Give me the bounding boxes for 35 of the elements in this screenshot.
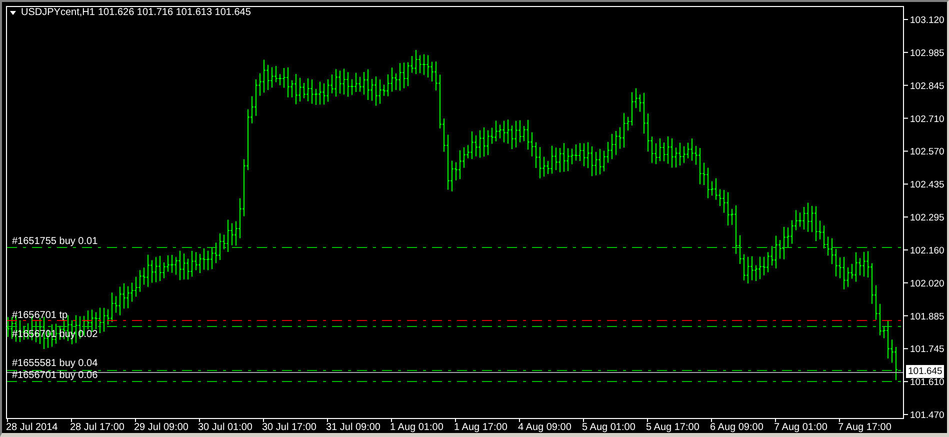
time-axis-label: 4 Aug 09:00 bbox=[518, 422, 572, 433]
price-axis-label: 102.295 bbox=[910, 212, 944, 224]
time-axis-label: 5 Aug 17:00 bbox=[646, 422, 700, 433]
time-axis-label: 7 Aug 17:00 bbox=[838, 422, 892, 433]
price-axis-label: 101.470 bbox=[910, 410, 944, 421]
time-axis-label: 1 Aug 17:00 bbox=[454, 422, 508, 433]
time-axis-label: 28 Jul 17:00 bbox=[70, 422, 124, 433]
price-axis-label: 102.845 bbox=[910, 80, 944, 92]
order-label: #1656701 tp bbox=[12, 310, 68, 321]
price-axis-label: 103.120 bbox=[910, 15, 944, 26]
time-axis-label: 7 Aug 01:00 bbox=[774, 422, 828, 433]
price-axis-label: 101.745 bbox=[910, 344, 944, 356]
ohlc-values: 101.626 101.716 101.613 101.645 bbox=[98, 7, 251, 18]
order-label: #1651755 buy 0.01 bbox=[12, 236, 98, 247]
price-axis-label: 102.985 bbox=[910, 48, 944, 59]
price-axis-label: 102.020 bbox=[910, 278, 944, 290]
time-axis-label: 28 Jul 2014 bbox=[6, 422, 58, 433]
time-axis-label: 30 Jul 17:00 bbox=[262, 422, 316, 433]
current-price-badge: 101.645 bbox=[906, 365, 944, 378]
price-axis-label: 102.710 bbox=[910, 114, 944, 125]
price-axis-label: 102.435 bbox=[910, 180, 944, 191]
symbol-title: USDJPYcent,H1 bbox=[21, 7, 95, 18]
price-axis-label: 101.610 bbox=[910, 377, 944, 388]
time-axis-label: 1 Aug 01:00 bbox=[390, 422, 444, 433]
order-label: #1655581 buy 0.04 bbox=[12, 358, 98, 369]
caret-icon[interactable] bbox=[10, 11, 16, 15]
time-axis-label: 31 Jul 09:00 bbox=[326, 422, 380, 433]
price-axis-label: 102.570 bbox=[910, 146, 944, 158]
time-axis-label: 30 Jul 01:00 bbox=[198, 422, 252, 433]
price-axis-label: 101.885 bbox=[910, 311, 944, 322]
time-axis-label: 29 Jul 09:00 bbox=[134, 422, 188, 433]
time-axis-label: 5 Aug 01:00 bbox=[582, 422, 636, 433]
order-label: #1656701 buy 0.06 bbox=[12, 370, 98, 381]
time-axis-label: 6 Aug 09:00 bbox=[710, 422, 764, 433]
price-axis-label: 102.160 bbox=[910, 245, 944, 256]
